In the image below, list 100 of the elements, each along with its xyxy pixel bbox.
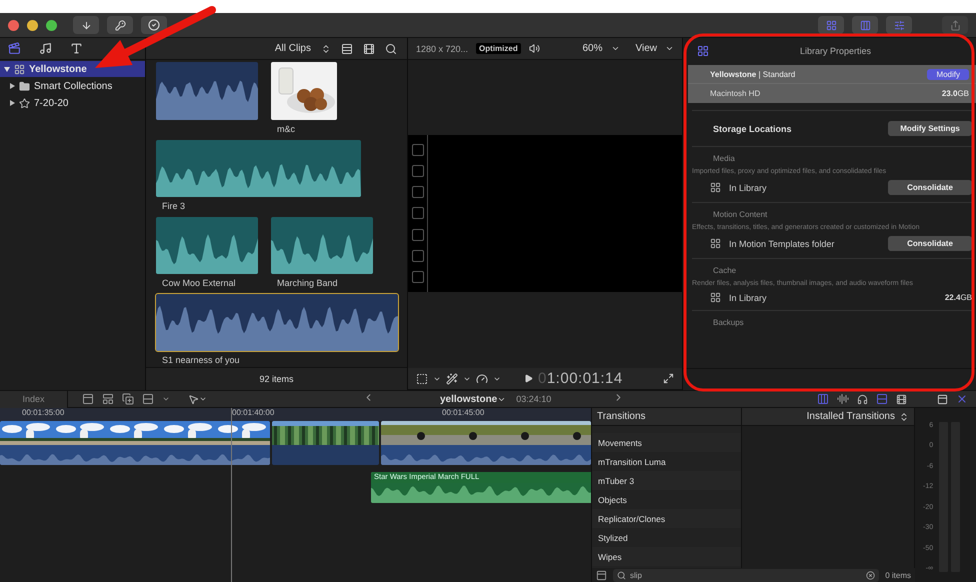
library-icon [697, 44, 709, 56]
waveform-drawing[interactable] [156, 140, 361, 197]
search-field[interactable]: slip [613, 568, 880, 582]
star-icon [19, 98, 30, 108]
music-icon[interactable] [39, 42, 52, 55]
zoom-button[interactable] [46, 20, 57, 30]
columns-icon [860, 20, 870, 30]
grid-view-button[interactable] [818, 16, 844, 34]
audio-skimming-icon[interactable] [837, 393, 849, 405]
chevron-icon[interactable] [199, 395, 207, 403]
clip-name: Fire 3 [161, 201, 186, 213]
item-count: 92 items [259, 374, 294, 384]
append-icon[interactable] [122, 393, 134, 405]
video-clip[interactable] [272, 421, 380, 465]
close-icon[interactable] [956, 393, 968, 405]
sidebar-toggle-icon[interactable] [596, 570, 607, 580]
search-icon [617, 570, 626, 580]
clear-icon[interactable] [866, 570, 876, 580]
minimize-button[interactable] [27, 20, 38, 30]
video-clip[interactable] [381, 421, 591, 465]
chevron-icon[interactable] [610, 44, 620, 53]
headphones-icon[interactable] [857, 394, 868, 404]
project-duration: 03:24:10 [516, 394, 552, 404]
check-button[interactable] [141, 16, 167, 34]
optimized-badge: Optimized [476, 43, 521, 54]
waveform-drawing[interactable] [156, 217, 258, 274]
updown-icon[interactable] [321, 44, 331, 54]
grid-icon [710, 292, 721, 303]
clip-name: m&c [276, 124, 296, 136]
transform-icon[interactable] [416, 372, 428, 384]
disk-name: Macintosh HD [710, 89, 760, 98]
modify-settings-button[interactable]: Modify Settings [888, 121, 972, 136]
import-button[interactable] [73, 16, 99, 34]
clip-filter[interactable]: All Clips [274, 43, 311, 54]
clip-name: Cow Moo External [161, 278, 237, 290]
grid-icon [14, 64, 25, 74]
overwrite-icon[interactable] [142, 393, 154, 405]
clapperboard-icon[interactable] [8, 42, 21, 55]
grid-icon [710, 238, 721, 249]
library-item[interactable]: 7-20-20 [0, 95, 145, 111]
section-title: Media [713, 154, 736, 163]
timeline-view-button[interactable] [852, 16, 878, 34]
zoom-menu[interactable]: 60% [582, 43, 602, 54]
waveform-drawing[interactable] [156, 294, 398, 351]
library-item[interactable]: Yellowstone [0, 61, 145, 77]
result-count: 0 items [885, 570, 911, 580]
clip-name: Marching Band [276, 278, 339, 290]
video-clip[interactable] [0, 421, 270, 465]
search-icon[interactable] [385, 42, 397, 54]
folder-icon [19, 80, 30, 92]
section-title: Backups [713, 318, 745, 327]
gauge-icon[interactable] [476, 372, 488, 384]
grid-icon [710, 182, 721, 193]
waveform-drawing[interactable] [271, 217, 373, 274]
updown-icon[interactable] [899, 412, 909, 422]
inspector-title: Library Properties [798, 46, 872, 56]
view-menu[interactable]: View [636, 43, 657, 54]
modify-button[interactable]: Modify [927, 68, 969, 80]
consolidate-button[interactable]: Consolidate [888, 236, 972, 251]
chevron-icon[interactable] [162, 395, 170, 403]
chevron-icon[interactable] [665, 44, 674, 53]
rows-icon[interactable] [341, 42, 353, 54]
checkmark-icon [148, 19, 160, 31]
cache-size: 22.4GB [944, 293, 972, 302]
consolidate-button[interactable]: Consolidate [888, 180, 972, 195]
format-label: 1280 x 720... [416, 44, 468, 54]
disk-size: 23.0GB [942, 89, 969, 98]
location-label: In Motion Templates folder [729, 238, 834, 248]
share-button[interactable] [942, 16, 968, 34]
grid-icon [826, 20, 836, 30]
fullscreen-icon[interactable] [663, 373, 674, 384]
pointer-icon[interactable] [188, 394, 199, 404]
play-button[interactable] [524, 374, 533, 383]
film-icon[interactable] [896, 394, 907, 404]
title-icon[interactable] [70, 42, 83, 55]
index-button[interactable]: Index [0, 390, 68, 408]
key-icon [114, 20, 126, 30]
inspector-button[interactable] [886, 16, 912, 34]
snapping-icon[interactable] [876, 393, 888, 405]
section-title: Storage Locations [713, 124, 792, 134]
speaker-icon[interactable] [528, 43, 540, 54]
insert-icon[interactable] [102, 393, 114, 405]
share-icon [950, 20, 960, 30]
library-item[interactable]: Smart Collections [0, 78, 145, 94]
location-label: In Library [729, 292, 767, 302]
ruler-time: 00:01:40:00 [232, 408, 276, 419]
panel-title: Transitions [597, 411, 646, 422]
window-icon[interactable] [937, 394, 948, 404]
skimming-icon[interactable] [817, 393, 829, 405]
down-arrow-icon [80, 20, 92, 30]
section-title: Motion Content [713, 210, 768, 219]
close-button[interactable] [8, 20, 19, 30]
key-button[interactable] [107, 16, 133, 34]
sliders-icon [894, 20, 904, 30]
film-icon[interactable] [363, 42, 375, 54]
connect-icon[interactable] [82, 393, 94, 405]
clip-name: S1 nearness of you [161, 355, 241, 367]
waveform-drawing[interactable] [156, 62, 258, 120]
wand-icon[interactable] [446, 372, 458, 384]
project-menu[interactable]: yellowstone [440, 394, 498, 404]
